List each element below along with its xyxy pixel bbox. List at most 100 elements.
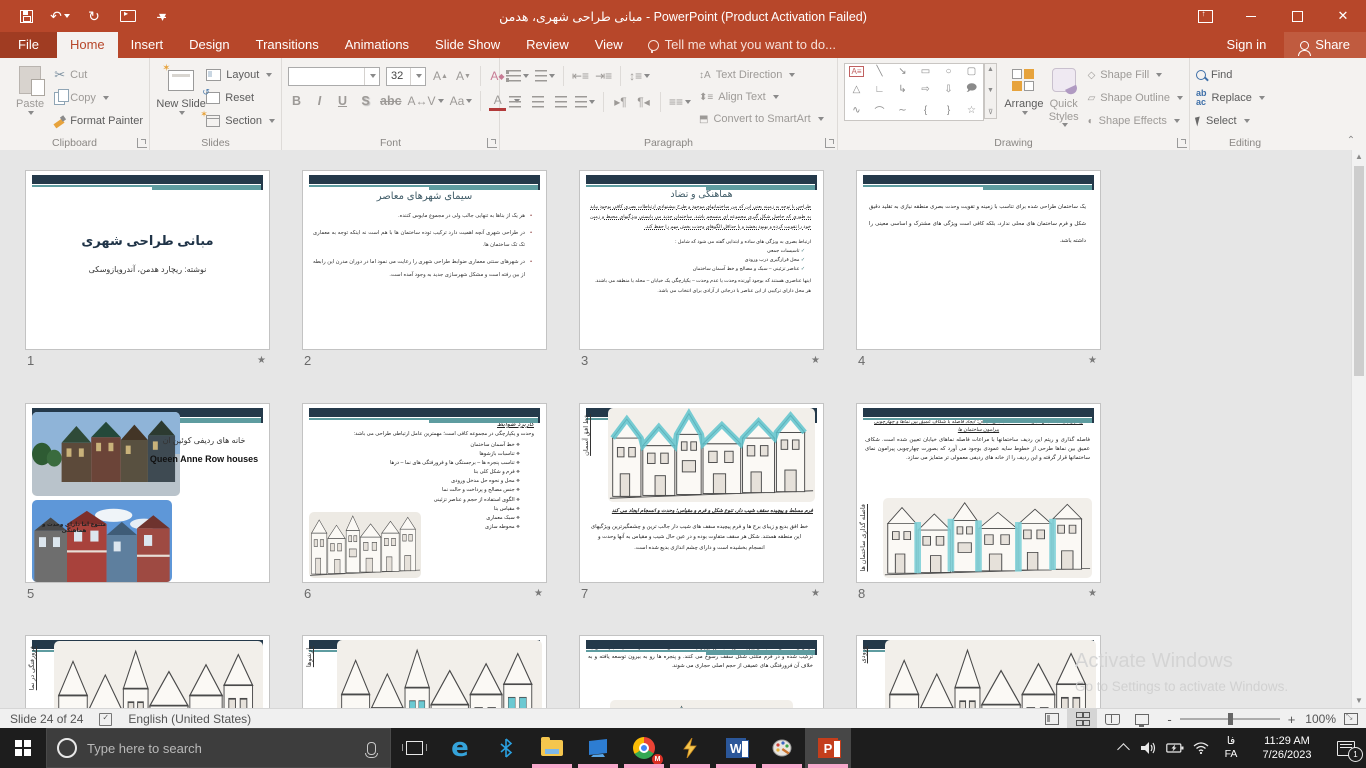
sign-in-button[interactable]: Sign in [1213, 32, 1281, 58]
shapes-gallery-scrollbar[interactable]: ▲▼⊽ [984, 63, 997, 119]
numbering-icon[interactable] [535, 67, 555, 86]
slide-11-thumbnail[interactable]: فرمهای هندسی سه بعدی پیچیده هویت بخش این… [579, 635, 824, 708]
scrollbar-thumb[interactable] [1354, 166, 1364, 376]
slide-10[interactable]: بازشوها [302, 635, 547, 708]
start-slideshow-icon[interactable] [118, 7, 138, 25]
reading-view-icon[interactable] [1097, 709, 1127, 729]
undo-icon[interactable]: ↶ [50, 7, 70, 25]
shape-left-brace-icon[interactable]: { [924, 105, 927, 116]
normal-view-icon[interactable] [1037, 709, 1067, 729]
cut-button[interactable]: ✂Cut [54, 65, 143, 85]
zoom-in-icon[interactable]: + [1288, 712, 1296, 727]
slide-8[interactable]: ریتم ردیف ساختمانها؛ مراعات فاصله نماهای… [856, 403, 1101, 583]
share-button[interactable]: Share [1284, 32, 1366, 58]
shape-elbow-arrow-icon[interactable]: ↳ [898, 84, 906, 95]
shape-scribble-icon[interactable]: ∿ [852, 105, 860, 116]
chrome-button[interactable]: M [621, 728, 667, 768]
shape-rounded-rectangle-icon[interactable]: ▢ [967, 66, 976, 77]
customize-quick-access-icon[interactable]: ▾̶ [152, 7, 172, 25]
powerpoint-button[interactable]: P [805, 728, 851, 768]
tab-home[interactable]: Home [57, 32, 118, 58]
tab-slide-show[interactable]: Slide Show [422, 32, 513, 58]
shadow-button[interactable]: S [357, 92, 374, 111]
scroll-up-icon[interactable]: ▲ [1352, 150, 1366, 164]
slide-3-thumbnail[interactable]: هماهنگی و تضاد طراحی با توجه به زمینه یع… [579, 170, 824, 350]
zoom-out-icon[interactable]: - [1167, 712, 1171, 727]
clipboard-dialog-launcher-icon[interactable] [137, 138, 147, 148]
zoom-slider[interactable] [1180, 718, 1280, 720]
shape-elbow-icon[interactable]: ∟ [875, 84, 885, 95]
align-center-icon[interactable] [529, 93, 546, 112]
slide-5-thumbnail[interactable]: خانه های ردیفی کوئین ان Queen Anne Row h… [25, 403, 270, 583]
align-text-button[interactable]: ⬍≡Align Text [699, 87, 824, 107]
microphone-icon[interactable] [367, 742, 376, 755]
align-right-icon[interactable] [552, 93, 569, 112]
slide-7-thumbnail[interactable]: خط افق آسمان فرم مسلط و پیچیده سقف شیب د… [579, 403, 824, 583]
fit-to-window-icon[interactable] [1344, 713, 1358, 725]
slide-4[interactable]: یک ساختمان طراحی شده برای تناسب با زمینه… [856, 170, 1101, 350]
justify-icon[interactable] [575, 93, 595, 112]
wifi-button[interactable] [1188, 728, 1214, 768]
tab-file[interactable]: File [0, 32, 57, 58]
slide-9[interactable]: فرورفتگی در نما [25, 635, 270, 708]
shrink-font-icon[interactable]: A▼ [455, 67, 472, 86]
shape-down-arrow-icon[interactable]: ⇩ [944, 84, 952, 95]
bullets-icon[interactable] [506, 67, 529, 86]
tab-insert[interactable]: Insert [118, 32, 177, 58]
edge-button[interactable]: e [437, 728, 483, 768]
select-button[interactable]: Select [1196, 111, 1265, 131]
shape-fill-button[interactable]: ◇Shape Fill [1088, 65, 1183, 85]
bluetooth-button[interactable] [483, 728, 529, 768]
reset-button[interactable]: Reset [206, 88, 275, 108]
shape-effects-button[interactable]: ◐Shape Effects [1088, 111, 1183, 131]
close-icon[interactable]: ✕ [1320, 0, 1366, 32]
slideshow-view-icon[interactable] [1127, 709, 1157, 729]
strikethrough-button[interactable]: abc [380, 92, 402, 111]
tab-review[interactable]: Review [513, 32, 582, 58]
taskbar-clock[interactable]: 11:29 AM7/26/2023 [1248, 734, 1326, 763]
shape-arc-icon[interactable]: ⌒ [875, 103, 885, 118]
slide-12[interactable]: ورودی [856, 635, 1101, 708]
shape-textbox-icon[interactable]: A≡ [849, 66, 863, 77]
save-icon[interactable] [16, 7, 36, 25]
left-to-right-icon[interactable]: ▸¶ [612, 93, 629, 112]
volume-button[interactable] [1136, 728, 1162, 768]
battery-button[interactable] [1162, 728, 1188, 768]
change-case-button[interactable]: Aa [450, 92, 473, 111]
character-spacing-button[interactable]: A↔V [408, 92, 444, 111]
action-center-button[interactable]: 1 [1326, 728, 1366, 768]
slide-5[interactable]: خانه های ردیفی کوئین ان Queen Anne Row h… [25, 403, 270, 583]
collapse-ribbon-icon[interactable]: ⌃ [1344, 135, 1358, 147]
slide-9-thumbnail[interactable]: فرورفتگی در نما [25, 635, 270, 708]
align-left-icon[interactable] [506, 93, 523, 112]
shape-callout-icon[interactable]: 🗩 [966, 81, 977, 98]
section-button[interactable]: Section [206, 111, 275, 131]
task-view-button[interactable] [391, 728, 437, 768]
new-slide-button[interactable]: New Slide [156, 63, 206, 115]
language-indicator[interactable]: English (United States) [118, 712, 261, 726]
redo-icon[interactable]: ↻ [84, 7, 104, 25]
shape-rectangle-icon[interactable]: ▭ [921, 66, 930, 77]
restore-icon[interactable] [1274, 0, 1320, 32]
taskbar-search-input[interactable]: Type here to search [46, 728, 391, 768]
font-name-combo[interactable] [288, 67, 380, 86]
layout-button[interactable]: Layout [206, 65, 275, 85]
start-button[interactable] [0, 728, 46, 768]
slide-2[interactable]: سیمای شهرهای معاصر هر یک از بناها به تنه… [302, 170, 547, 350]
shape-curve-icon[interactable]: ∼ [898, 105, 906, 116]
underline-button[interactable]: U [334, 92, 351, 111]
replace-button[interactable]: abacReplace [1196, 88, 1265, 108]
drawing-dialog-launcher-icon[interactable] [1177, 138, 1187, 148]
minimize-icon[interactable] [1228, 0, 1274, 32]
increase-indent-icon[interactable]: ⇥≡ [595, 67, 612, 86]
paint-button[interactable] [759, 728, 805, 768]
decrease-indent-icon[interactable]: ⇤≡ [572, 67, 589, 86]
shape-star-icon[interactable]: ☆ [967, 105, 976, 116]
winamp-button[interactable] [667, 728, 713, 768]
right-to-left-icon[interactable]: ¶◂ [635, 93, 652, 112]
slide-1[interactable]: مبانی طراحی شهری نوشته: ریچارد هدمن، آند… [25, 170, 270, 350]
text-direction-button[interactable]: ↕AText Direction [699, 65, 824, 85]
tab-view[interactable]: View [582, 32, 636, 58]
slide-10-thumbnail[interactable]: بازشوها [302, 635, 547, 708]
slide-12-thumbnail[interactable]: ورودی [856, 635, 1101, 708]
